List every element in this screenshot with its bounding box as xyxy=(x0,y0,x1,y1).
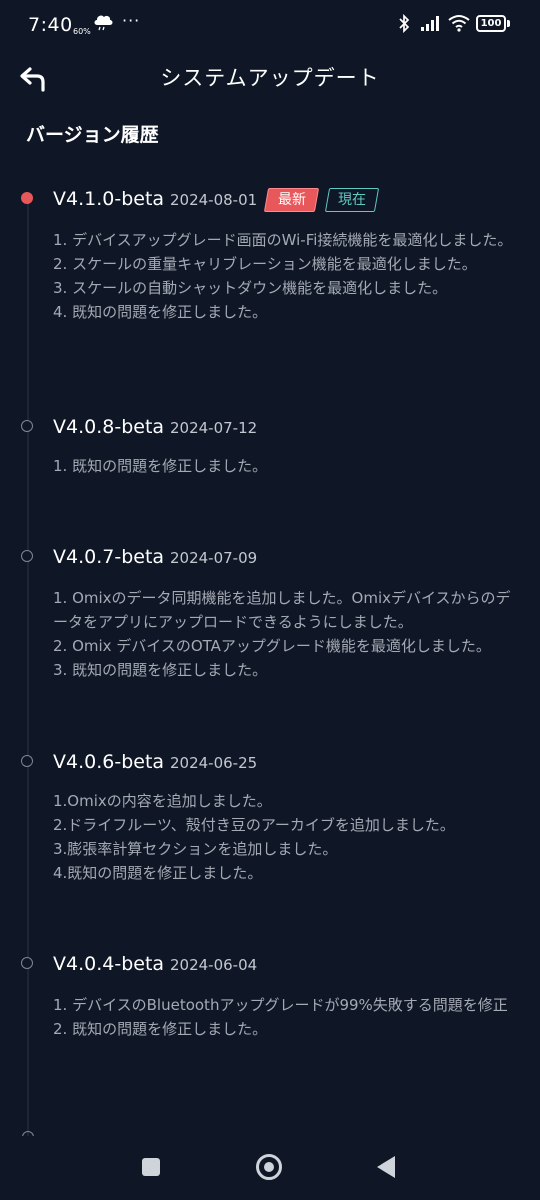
version-date: 2024-07-12 xyxy=(170,419,258,437)
version-date: 2024-06-04 xyxy=(170,956,258,974)
version-number: V4.0.6-beta xyxy=(53,751,165,773)
battery-nub xyxy=(507,20,510,27)
release-note: 2. スケールの重量キャリブレーション機能を最適化しました。 xyxy=(53,255,477,273)
weather-icon xyxy=(94,15,113,31)
release-note: 1. 既知の問題を修正しました。 xyxy=(53,457,268,475)
weather-percent: 60% xyxy=(73,27,91,36)
release-note: 1.Omixの内容を追加しました。 xyxy=(53,792,272,810)
home-icon xyxy=(264,1162,274,1172)
recent-apps-button[interactable] xyxy=(142,1158,160,1176)
release-notes: 1. デバイスのBluetoothアップグレードが99%失敗する問題を修正 2.… xyxy=(53,993,515,1041)
release-notes: 1. Omixのデータ同期機能を追加しました。Omixデバイスからのデータをアプ… xyxy=(53,586,515,682)
timeline-line xyxy=(27,196,29,1142)
battery-indicator: 100 xyxy=(476,15,506,32)
release-note: 3.膨張率計算セクションを追加しました。 xyxy=(53,840,338,858)
release-note: 3. スケールの自動シャットダウン機能を最適化しました。 xyxy=(53,279,448,297)
current-badge: 現在 xyxy=(324,188,380,212)
timeline-dot xyxy=(21,957,33,969)
system-back-button[interactable] xyxy=(377,1156,395,1178)
release-notes: 1. 既知の問題を修正しました。 xyxy=(53,454,515,478)
release-note: 2. Omix デバイスのOTAアップグレード機能を最適化しました。 xyxy=(53,637,491,655)
release-note: 1. デバイスのBluetoothアップグレードが99%失敗する問題を修正 xyxy=(53,996,508,1014)
version-number: V4.1.0-beta xyxy=(53,188,165,210)
version-number: V4.0.8-beta xyxy=(53,416,165,438)
wifi-icon xyxy=(448,15,470,32)
status-bar: 7:40 60% ··· 100 xyxy=(0,0,540,50)
section-title: バージョン履歴 xyxy=(26,124,159,146)
header: システムアップデート xyxy=(0,50,540,106)
release-note: 2. 既知の問題を修正しました。 xyxy=(53,1020,268,1038)
timeline-dot xyxy=(21,755,33,767)
version-number: V4.0.4-beta xyxy=(53,953,165,975)
page-title: システムアップデート xyxy=(160,66,380,90)
home-button[interactable] xyxy=(256,1154,282,1180)
timeline-dot xyxy=(21,550,33,562)
timeline-dot xyxy=(21,420,33,432)
screen: 7:40 60% ··· 100 システムアップデート バージョン履歴 V4.1… xyxy=(0,0,540,1200)
release-note: 4. 既知の問題を修正しました。 xyxy=(53,303,268,321)
status-time: 7:40 xyxy=(28,14,73,36)
release-note: 1. デバイスアップグレード画面のWi-Fi接続機能を最適化しました。 xyxy=(53,231,513,249)
version-date: 2024-07-09 xyxy=(170,549,258,567)
release-note: 2.ドライフルーツ、殻付き豆のアーカイブを追加しました。 xyxy=(53,816,455,834)
release-note: 1. Omixのデータ同期機能を追加しました。Omixデバイスからのデータをアプ… xyxy=(53,589,511,631)
release-note: 3. 既知の問題を修正しました。 xyxy=(53,661,268,679)
release-notes: 1. デバイスアップグレード画面のWi-Fi接続機能を最適化しました。 2. ス… xyxy=(53,228,515,324)
navigation-bar xyxy=(0,1136,540,1200)
release-notes: 1.Omixの内容を追加しました。 2.ドライフルーツ、殻付き豆のアーカイブを追… xyxy=(53,789,515,885)
timeline-dot-active xyxy=(21,192,33,204)
latest-badge: 最新 xyxy=(263,188,320,212)
more-notifications-icon: ··· xyxy=(122,11,141,30)
version-number: V4.0.7-beta xyxy=(53,546,165,568)
release-note: 4.既知の問題を修正しました。 xyxy=(53,864,263,882)
signal-icon xyxy=(421,16,439,31)
version-date: 2024-08-01 xyxy=(170,191,258,209)
bluetooth-icon xyxy=(399,14,410,33)
version-date: 2024-06-25 xyxy=(170,754,258,772)
